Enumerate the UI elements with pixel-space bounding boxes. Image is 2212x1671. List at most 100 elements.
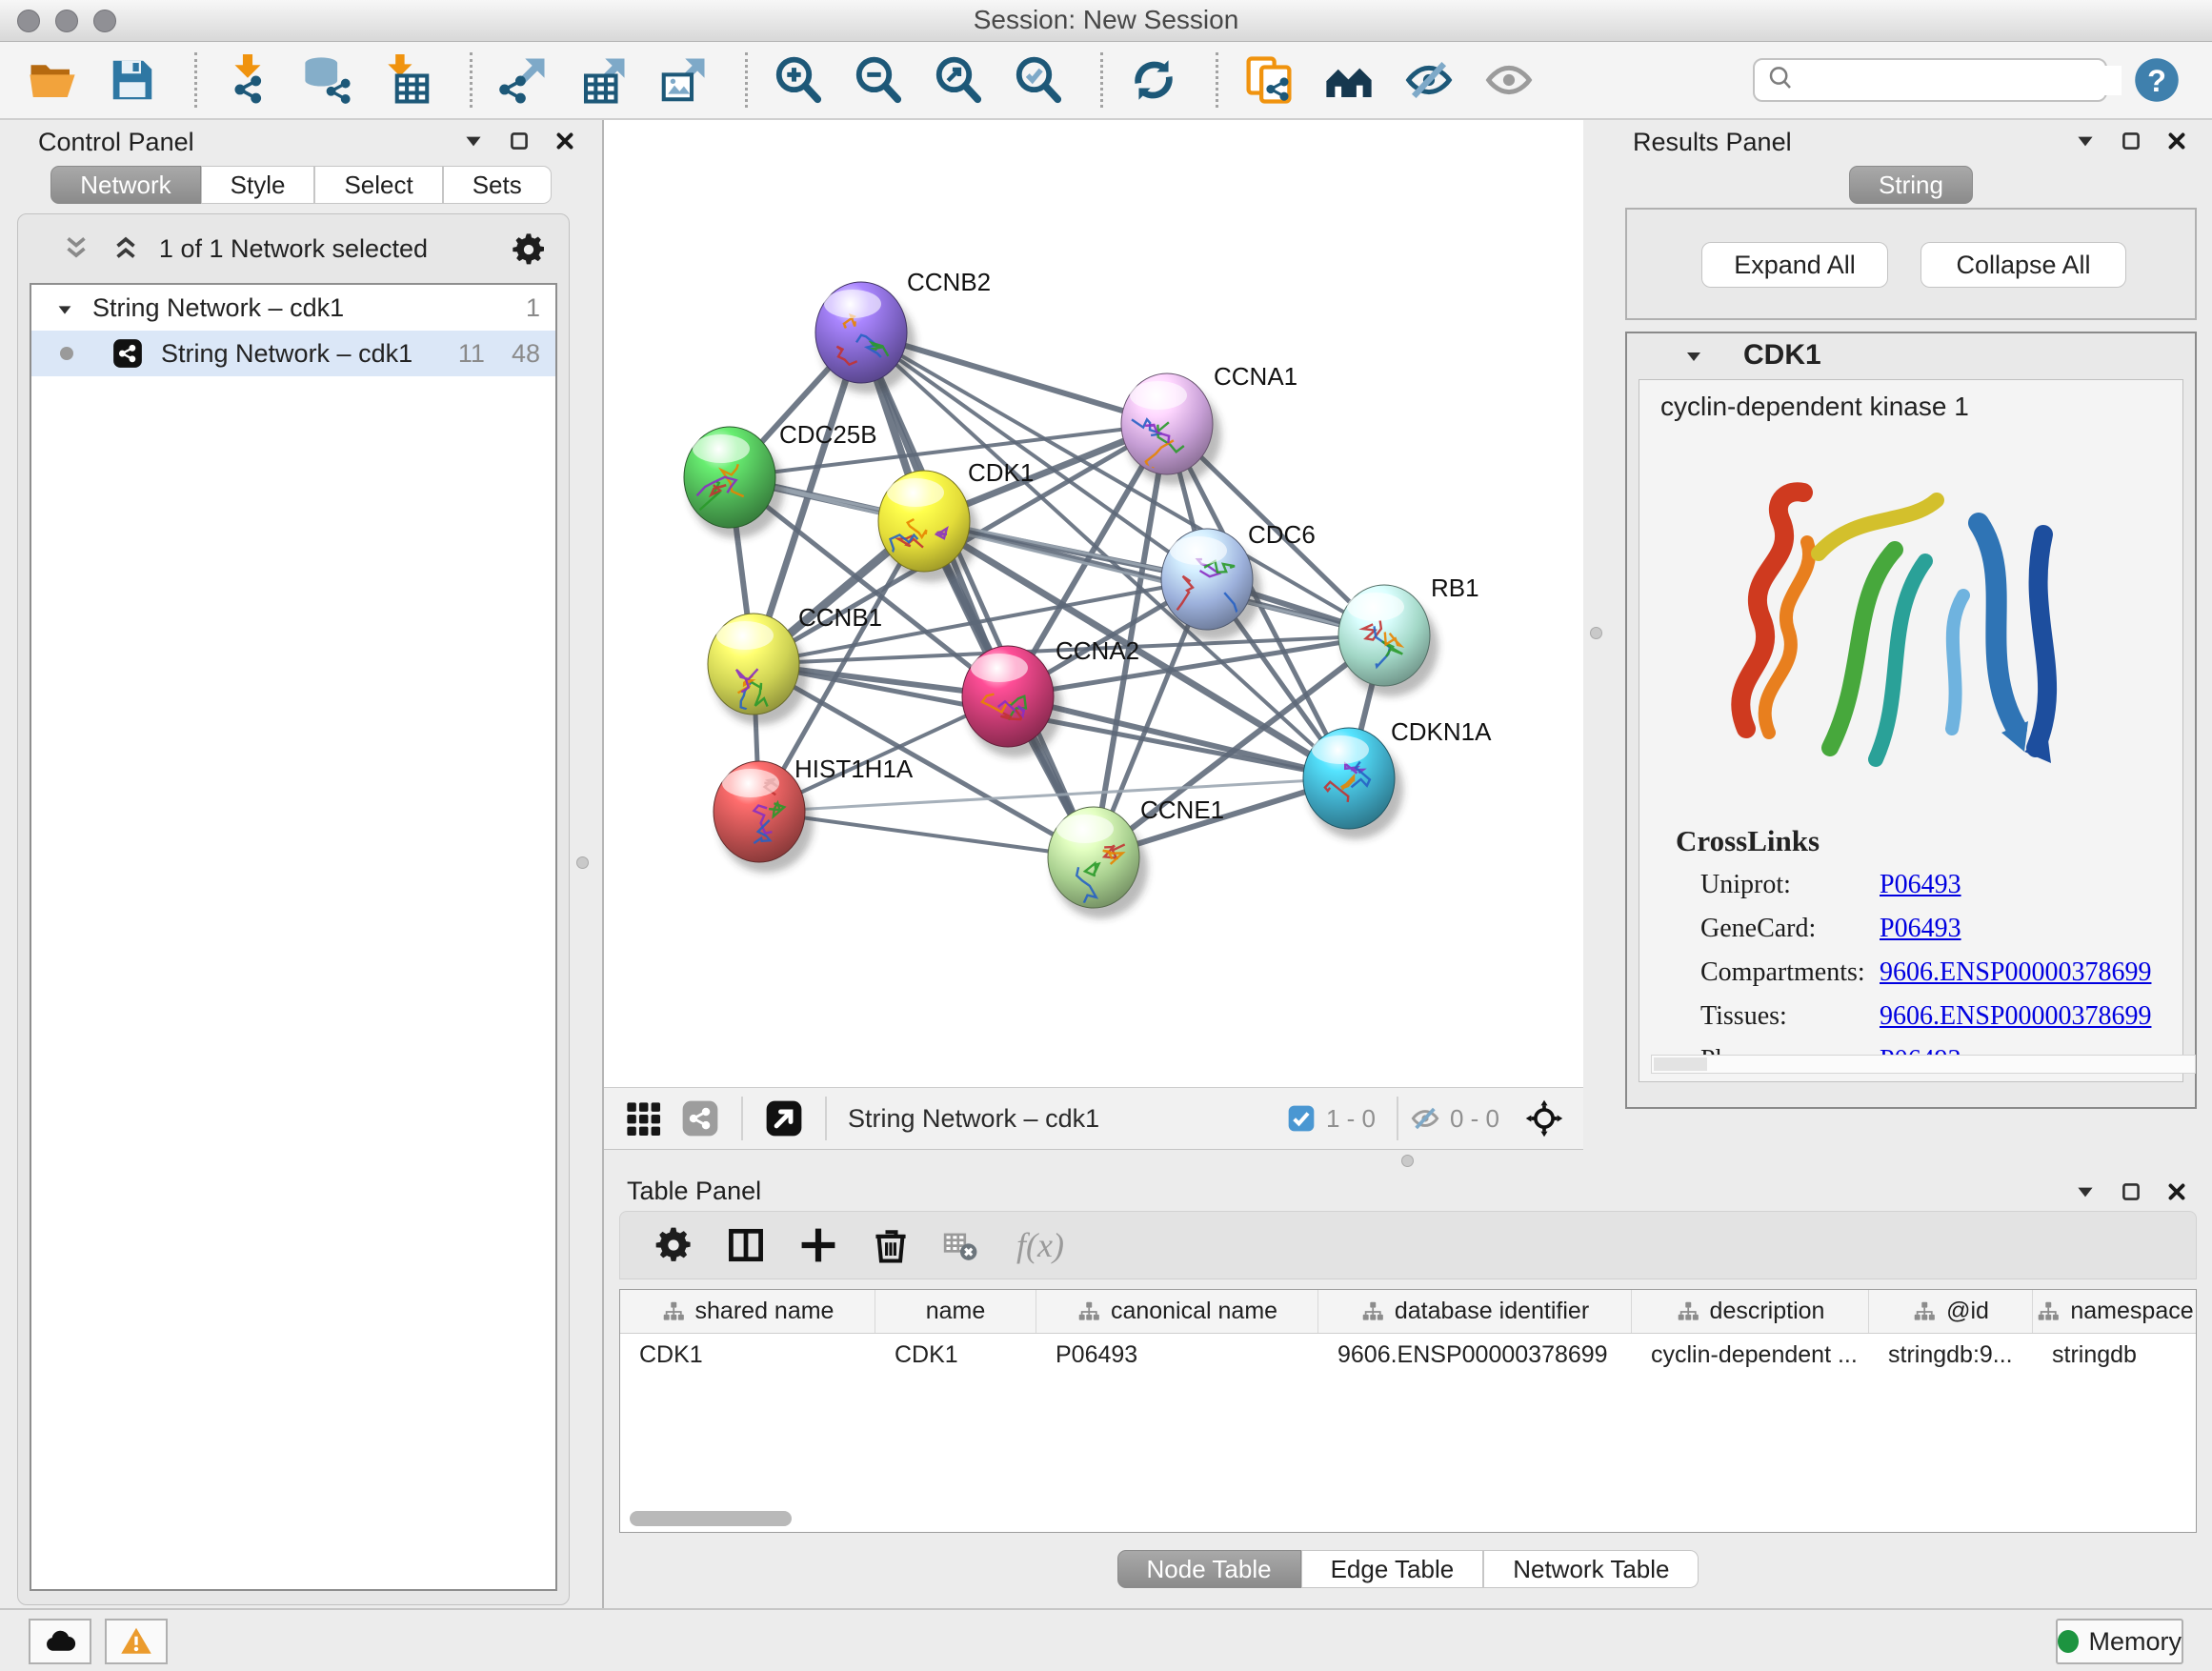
tab-style[interactable]: Style xyxy=(201,166,315,204)
column-header-shared-name[interactable]: shared name xyxy=(620,1290,875,1333)
window-minimize-button[interactable] xyxy=(55,10,78,32)
collapse-all-button[interactable]: Collapse All xyxy=(1920,242,2126,288)
network-view-canvas[interactable]: CCNB2CCNA1CDC25BCDK1CDC6RB1CCNB1CCNA2CDK… xyxy=(604,120,1583,1087)
node-CCNB1[interactable]: CCNB1 xyxy=(708,603,882,725)
network-share-icon[interactable] xyxy=(680,1098,720,1138)
table-cell[interactable]: cyclin-dependent ... xyxy=(1632,1334,1869,1376)
vertical-splitter-grip[interactable] xyxy=(1590,627,1602,639)
import-network-icon[interactable] xyxy=(222,54,273,106)
import-database-icon[interactable] xyxy=(302,54,353,106)
hide-icon[interactable] xyxy=(1403,54,1455,106)
network-options-gear-icon[interactable] xyxy=(510,231,548,269)
node-CDC25B[interactable]: CDC25B xyxy=(684,420,877,538)
crosslink-row: Tissues:9606.ENSP00000378699 xyxy=(1700,1001,2167,1045)
column-header-name[interactable]: name xyxy=(875,1290,1036,1333)
node-CDKN1A[interactable]: CDKN1A xyxy=(1303,717,1492,839)
collection-expand-icon[interactable] xyxy=(54,297,75,318)
horizontal-splitter[interactable] xyxy=(604,1152,2212,1171)
tab-select[interactable]: Select xyxy=(314,166,442,204)
results-scrollbar[interactable] xyxy=(1651,1055,2196,1074)
table-cell[interactable]: CDK1 xyxy=(875,1334,1036,1376)
tab-network-table[interactable]: Network Table xyxy=(1483,1550,1699,1588)
crosslink-value-link[interactable]: 9606.ENSP00000378699 xyxy=(1880,957,2151,1001)
panel-menu-icon[interactable] xyxy=(2073,129,2098,153)
node-CCNA1[interactable]: CCNA1 xyxy=(1121,362,1297,485)
panel-close-icon[interactable] xyxy=(553,129,577,153)
tab-edge-table[interactable]: Edge Table xyxy=(1301,1550,1484,1588)
export-network-icon[interactable] xyxy=(497,54,549,106)
open-in-new-window-icon[interactable] xyxy=(764,1098,804,1138)
node-CCNE1[interactable]: CCNE1 xyxy=(1048,795,1224,918)
search-box[interactable] xyxy=(1753,58,2107,102)
refresh-icon[interactable] xyxy=(1128,54,1179,106)
table-settings-gear-icon[interactable] xyxy=(653,1224,694,1266)
section-collapse-icon[interactable] xyxy=(1682,345,1705,368)
node-HIST1H1A[interactable]: HIST1H1A xyxy=(714,755,914,873)
warnings-button[interactable] xyxy=(105,1619,168,1664)
left-splitter-grip[interactable] xyxy=(576,856,589,869)
cloud-button[interactable] xyxy=(29,1619,91,1664)
table-row[interactable]: CDK1CDK1P064939606.ENSP00000378699cyclin… xyxy=(620,1334,2196,1376)
horizontal-splitter-grip[interactable] xyxy=(1401,1155,1414,1167)
zoom-in-icon[interactable] xyxy=(773,54,824,106)
duplicate-network-icon[interactable] xyxy=(1243,54,1295,106)
window-close-button[interactable] xyxy=(17,10,40,32)
crosslink-value-link[interactable]: 9606.ENSP00000378699 xyxy=(1880,1001,2151,1045)
search-input[interactable] xyxy=(1802,66,2122,95)
selected-checkbox-icon[interactable] xyxy=(1286,1103,1317,1134)
crosslink-value-link[interactable]: P06493 xyxy=(1880,914,1961,957)
tab-string[interactable]: String xyxy=(1849,166,1973,204)
column-header-database-identifier[interactable]: database identifier xyxy=(1318,1290,1632,1333)
column-header-namespace[interactable]: namespace xyxy=(2033,1290,2197,1333)
open-session-icon[interactable] xyxy=(27,54,78,106)
show-icon[interactable] xyxy=(1483,54,1535,106)
tab-sets[interactable]: Sets xyxy=(443,166,552,204)
expand-all-button[interactable]: Expand All xyxy=(1701,242,1888,288)
network-row[interactable]: String Network – cdk1 11 48 xyxy=(31,331,555,376)
birdseye-crosshair-icon[interactable] xyxy=(1524,1098,1564,1138)
delete-column-icon[interactable] xyxy=(870,1224,912,1266)
window-zoom-button[interactable] xyxy=(93,10,116,32)
column-header-canonical-name[interactable]: canonical name xyxy=(1036,1290,1318,1333)
import-table-icon[interactable] xyxy=(382,54,433,106)
node-CCNB2[interactable]: CCNB2 xyxy=(815,268,991,393)
network-grid-view-icon[interactable] xyxy=(623,1098,663,1138)
hidden-eye-icon[interactable] xyxy=(1410,1103,1440,1134)
help-icon[interactable]: ? xyxy=(2132,55,2182,105)
network-collection-row[interactable]: String Network – cdk1 1 xyxy=(31,285,555,331)
table-cell[interactable]: stringdb xyxy=(2033,1334,2197,1376)
crosslink-value-link[interactable]: P06493 xyxy=(1880,870,1961,914)
zoom-out-icon[interactable] xyxy=(853,54,904,106)
panel-float-icon[interactable] xyxy=(2119,129,2143,153)
string-home-icon[interactable] xyxy=(1323,54,1375,106)
zoom-fit-icon[interactable] xyxy=(933,54,984,106)
node-RB1[interactable]: RB1 xyxy=(1338,574,1479,696)
export-table-icon[interactable] xyxy=(577,54,629,106)
column-header--id[interactable]: @id xyxy=(1869,1290,2033,1333)
node-section-header[interactable]: CDK1 xyxy=(1627,333,2195,379)
table-cell[interactable]: stringdb:9... xyxy=(1869,1334,2033,1376)
panel-close-icon[interactable] xyxy=(2164,1179,2189,1204)
panel-menu-icon[interactable] xyxy=(2073,1179,2098,1204)
add-column-icon[interactable] xyxy=(797,1224,839,1266)
table-cell[interactable]: 9606.ENSP00000378699 xyxy=(1318,1334,1632,1376)
memory-button[interactable]: Memory xyxy=(2056,1619,2183,1664)
select-columns-icon[interactable] xyxy=(725,1224,767,1266)
zoom-selected-icon[interactable] xyxy=(1013,54,1064,106)
tab-network[interactable]: Network xyxy=(50,166,200,204)
warning-icon xyxy=(119,1624,153,1659)
save-session-icon[interactable] xyxy=(107,54,158,106)
vertical-splitter[interactable] xyxy=(1583,120,1610,1171)
node-CDK1[interactable]: CDK1 xyxy=(878,458,1034,582)
table-cell[interactable]: P06493 xyxy=(1036,1334,1318,1376)
table-cell[interactable]: CDK1 xyxy=(620,1334,875,1376)
table-horizontal-scrollbar[interactable] xyxy=(630,1511,792,1526)
export-image-icon[interactable] xyxy=(657,54,709,106)
panel-float-icon[interactable] xyxy=(2119,1179,2143,1204)
panel-close-icon[interactable] xyxy=(2164,129,2189,153)
node-table[interactable]: shared namenamecanonical namedatabase id… xyxy=(619,1289,2197,1533)
column-header-description[interactable]: description xyxy=(1632,1290,1869,1333)
tab-node-table[interactable]: Node Table xyxy=(1117,1550,1301,1588)
panel-menu-icon[interactable] xyxy=(461,129,486,153)
panel-float-icon[interactable] xyxy=(507,129,532,153)
